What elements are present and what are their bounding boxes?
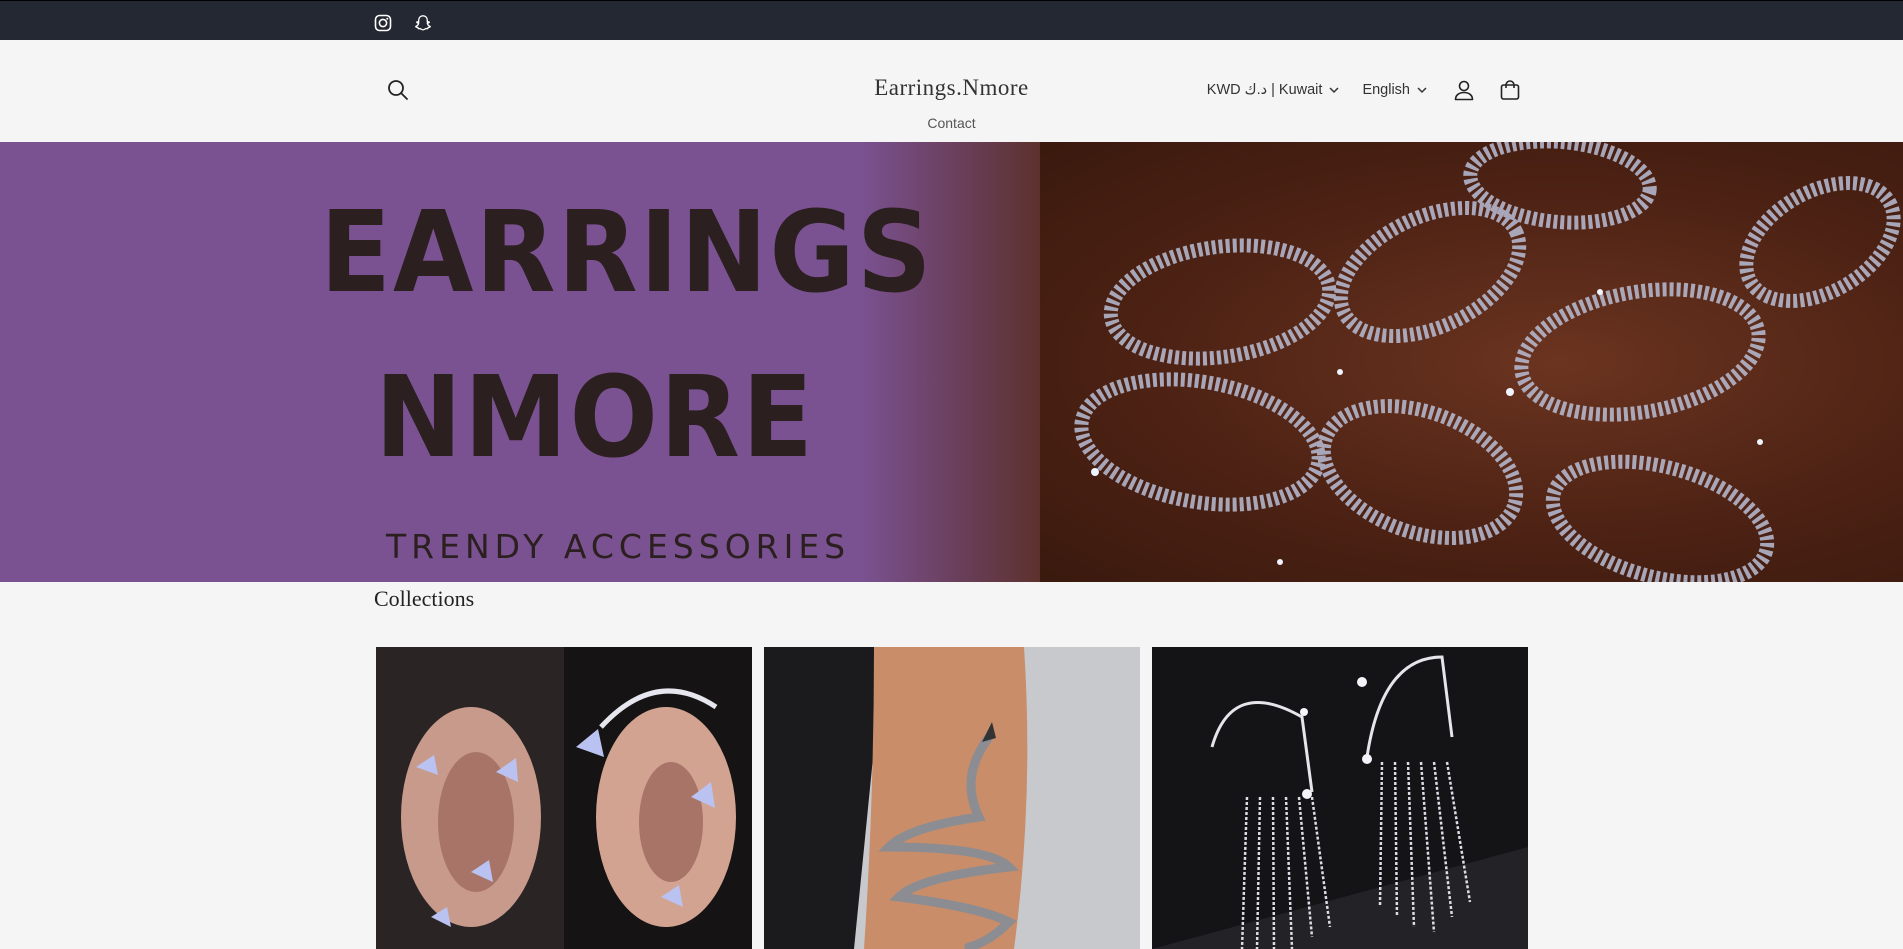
hero-title-line1: EARRINGS bbox=[320, 186, 934, 318]
hero-title-line2: NMORE bbox=[374, 351, 816, 483]
hero-banner[interactable]: EARRINGS NMORE TRENDY ACCESSORIES bbox=[0, 142, 1903, 582]
currency-selector[interactable]: KWD د.ك | Kuwait bbox=[1207, 82, 1341, 98]
hero-jewelry-image bbox=[1040, 142, 1903, 582]
cart-icon[interactable] bbox=[1496, 76, 1524, 104]
collections-title: Collections bbox=[374, 586, 475, 611]
account-icon[interactable] bbox=[1450, 76, 1478, 104]
nav-link-contact[interactable]: Contact bbox=[927, 115, 975, 131]
chevron-down-icon bbox=[1416, 84, 1428, 96]
currency-label: KWD د.ك | Kuwait bbox=[1206, 82, 1323, 98]
snapchat-icon[interactable] bbox=[411, 11, 435, 35]
brand-logo[interactable]: Earrings.Nmore bbox=[0, 75, 1903, 101]
language-selector[interactable]: English bbox=[1362, 82, 1428, 98]
collection-list bbox=[376, 647, 1528, 949]
hero-subtitle: TRENDY ACCESSORIES bbox=[386, 527, 851, 566]
language-label: English bbox=[1362, 82, 1410, 98]
site-header: Earrings.Nmore KWD د.ك | Kuwait English … bbox=[0, 40, 1903, 142]
social-links bbox=[371, 11, 435, 35]
main-nav: Contact bbox=[0, 115, 1903, 131]
collection-card-tassel-ear-cuffs[interactable] bbox=[1152, 647, 1528, 949]
announcement-bar bbox=[0, 0, 1903, 40]
collection-card-snake-armband[interactable] bbox=[764, 647, 1140, 949]
instagram-icon[interactable] bbox=[371, 11, 395, 35]
collections-section: Collections bbox=[0, 582, 1903, 949]
collection-card-butterfly-ear-cuffs[interactable] bbox=[376, 647, 752, 949]
chevron-down-icon bbox=[1328, 84, 1340, 96]
header-actions: KWD د.ك | Kuwait English bbox=[1207, 76, 1524, 104]
